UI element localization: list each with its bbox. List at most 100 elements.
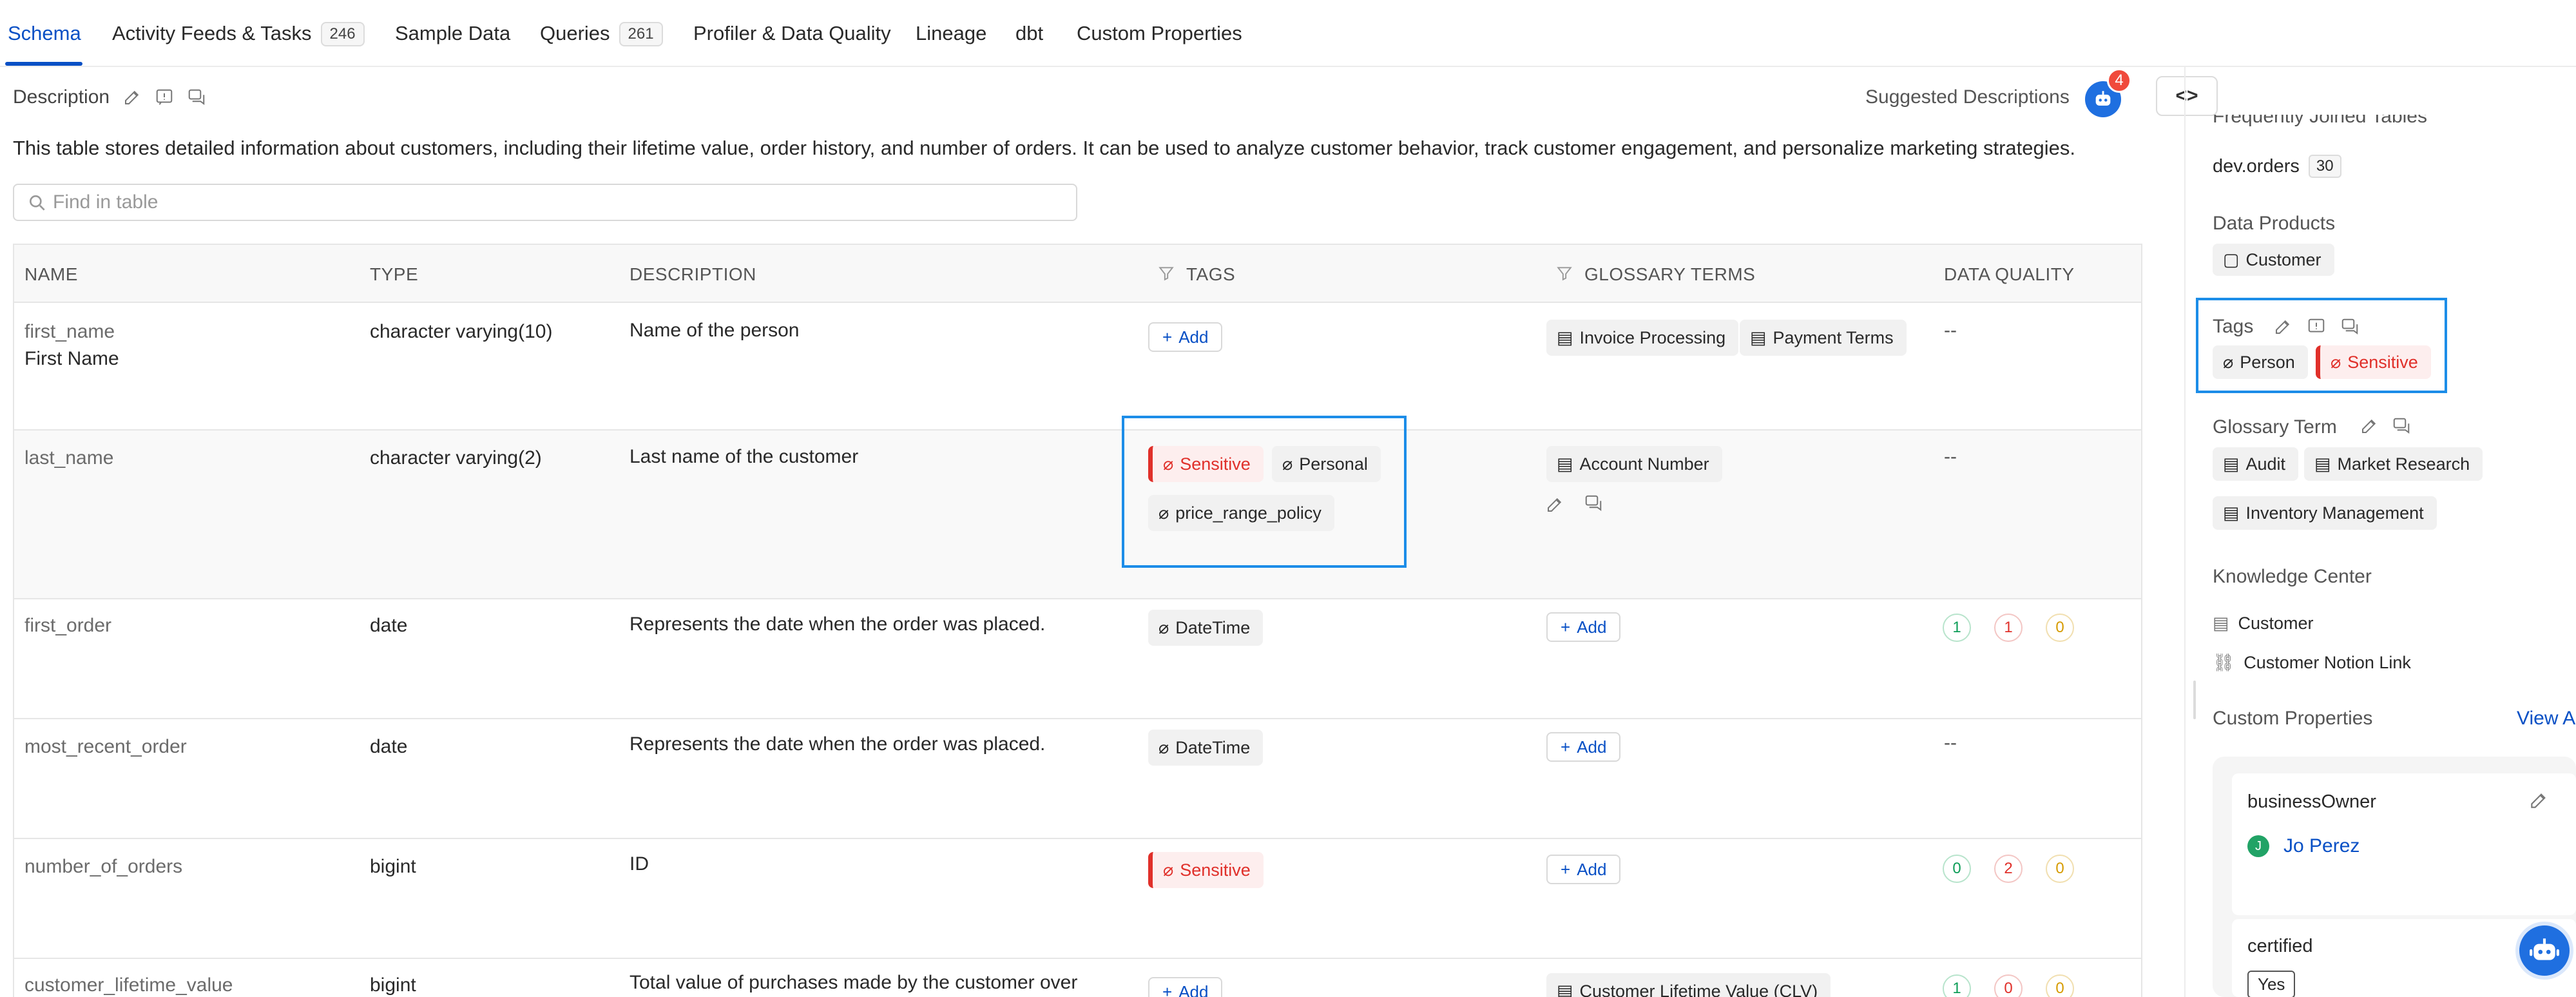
glossary-icon: ▤ <box>2223 503 2240 523</box>
tab-queries[interactable]: Queries 261 <box>540 22 663 46</box>
tab-sample-data[interactable]: Sample Data <box>395 22 510 45</box>
plus-icon: + <box>1561 617 1571 637</box>
column-description: Represents the date when the order was p… <box>630 733 1046 755</box>
table-row[interactable]: number_of_orders bigint ID ⌀ Sensitive + A… <box>14 839 2141 959</box>
glossary-chip[interactable]: ▤ Market Research <box>2304 447 2483 481</box>
data-quality-success[interactable]: 1 <box>1943 614 1971 642</box>
table-row[interactable]: most_recent_order date Represents the da… <box>14 719 2141 839</box>
glossary-chip[interactable]: ▤ Audit <box>2213 447 2299 481</box>
glossary-icon: ▤ <box>2314 454 2331 474</box>
tag-chip[interactable]: ⌀ Person <box>2213 345 2308 379</box>
column-description: Total value of purchases made by the cus… <box>630 972 1078 993</box>
certified-label: certified <box>2247 936 2313 956</box>
tab-lineage[interactable]: Lineage <box>916 22 986 45</box>
custom-properties-label: Custom Properties <box>2213 708 2373 729</box>
data-quality-aborted[interactable]: 0 <box>2046 855 2074 883</box>
glossary-term-label: Glossary Term <box>2213 416 2337 438</box>
column-type: bigint <box>370 856 416 877</box>
data-quality-aborted[interactable]: 0 <box>2046 614 2074 642</box>
header-tags[interactable]: TAGS <box>1158 264 1235 286</box>
tag-icon: ⌀ <box>1163 860 1174 880</box>
request-icon[interactable] <box>2307 317 2326 340</box>
table-row[interactable]: last_name character varying(2) Last name… <box>14 431 2141 599</box>
data-product-chip[interactable]: ▢ Customer <box>2213 244 2334 276</box>
tab-dbt[interactable]: dbt <box>1015 22 1043 45</box>
data-quality-failed[interactable]: 2 <box>1994 855 2023 883</box>
plus-icon: + <box>1162 327 1173 347</box>
glossary-chip[interactable]: ▤ Customer Lifetime Value (CLV) <box>1546 973 1831 997</box>
column-type: date <box>370 736 408 757</box>
table-row[interactable]: first_name First Name character varying(… <box>14 303 2141 431</box>
edit-icon[interactable] <box>2273 317 2292 340</box>
plus-icon: + <box>1561 737 1571 757</box>
table-description: This table stores detailed information a… <box>13 137 2075 159</box>
column-name: customer_lifetime_value <box>24 974 233 996</box>
conversation-icon[interactable] <box>187 88 206 107</box>
glossary-chip[interactable]: ▤ Account Number <box>1546 446 1722 482</box>
table-row[interactable]: first_order date Represents the date whe… <box>14 599 2141 719</box>
tab-schema[interactable]: Schema <box>8 22 81 45</box>
filter-icon[interactable] <box>1556 265 1573 286</box>
edit-icon[interactable] <box>2528 790 2549 814</box>
conversation-icon[interactable] <box>1584 494 1603 516</box>
resize-handle[interactable] <box>2193 681 2196 719</box>
schema-table: NAME TYPE DESCRIPTION TAGS GLOSSARY TERM… <box>13 244 2142 997</box>
column-description: ID <box>630 853 649 875</box>
code-icon[interactable]: <> <box>2156 76 2218 116</box>
business-owner-label: businessOwner <box>2247 791 2376 812</box>
joined-table-link[interactable]: dev.orders 30 <box>2213 155 2341 178</box>
description-label: Description <box>13 86 110 108</box>
column-name: most_recent_order <box>24 736 187 757</box>
chatbot-icon[interactable] <box>2515 922 2573 980</box>
business-owner-link[interactable]: Jo Perez <box>2283 835 2360 857</box>
glossary-chip[interactable]: ▤ Inventory Management <box>2213 496 2437 530</box>
add-glossary-button[interactable]: + Add <box>1546 855 1621 884</box>
glossary-icon: ▤ <box>1557 454 1573 474</box>
article-icon: ▤ <box>2213 614 2229 633</box>
header-glossary[interactable]: GLOSSARY TERMS <box>1556 264 1755 286</box>
knowledge-link[interactable]: ⛓ Customer Notion Link <box>2213 652 2411 673</box>
table-row[interactable]: customer_lifetime_value bigint Total val… <box>14 959 2141 997</box>
edit-icon[interactable] <box>2360 416 2379 439</box>
data-quality-failed[interactable]: 1 <box>1994 614 2023 642</box>
edit-icon[interactable] <box>122 88 142 107</box>
search-icon <box>27 193 48 218</box>
glossary-chip[interactable]: ▤ Payment Terms <box>1740 320 1907 356</box>
add-glossary-button[interactable]: + Add <box>1546 612 1621 642</box>
add-glossary-button[interactable]: + Add <box>1546 732 1621 762</box>
add-tag-button[interactable]: + Add <box>1148 977 1223 997</box>
data-quality-success[interactable]: 1 <box>1943 974 1971 997</box>
tag-chip[interactable]: ⌀ DateTime <box>1148 730 1264 766</box>
suggestion-count-badge: 4 <box>2107 68 2131 93</box>
suggested-descriptions-label[interactable]: Suggested Descriptions <box>1865 86 2070 108</box>
tab-activity-feeds[interactable]: Activity Feeds & Tasks 246 <box>112 22 365 46</box>
knowledge-article-link[interactable]: ▤ Customer <box>2213 614 2314 634</box>
glossary-chip[interactable]: ▤ Invoice Processing <box>1546 320 1739 356</box>
tag-chip-sensitive[interactable]: ⌀ Sensitive <box>2316 345 2431 379</box>
column-name: first_order <box>24 615 112 636</box>
add-tag-button[interactable]: + Add <box>1148 322 1223 352</box>
conversation-icon[interactable] <box>2392 416 2411 439</box>
filter-icon[interactable] <box>1158 265 1175 286</box>
data-product-icon: ▢ <box>2223 249 2240 269</box>
data-quality-aborted[interactable]: 0 <box>2046 974 2074 997</box>
active-tab-indicator <box>5 62 82 66</box>
frequently-joined-header: Frequently Joined Tables <box>2213 115 2535 134</box>
conversation-icon[interactable] <box>2340 317 2360 340</box>
view-all-link[interactable]: View A <box>2517 708 2575 730</box>
description-header: Description <box>13 86 206 108</box>
tag-chip[interactable]: ⌀ DateTime <box>1148 610 1264 646</box>
tab-bar: Schema Activity Feeds & Tasks 246 Sample … <box>0 0 2576 67</box>
data-quality-failed[interactable]: 0 <box>1994 974 2023 997</box>
column-name: number_of_orders <box>24 856 183 877</box>
tag-chip-sensitive[interactable]: ⌀ Sensitive <box>1148 852 1264 888</box>
knowledge-center-label: Knowledge Center <box>2213 566 2372 587</box>
tab-custom-properties[interactable]: Custom Properties <box>1077 22 1242 45</box>
search-input[interactable]: Find in table <box>13 184 1077 221</box>
request-icon[interactable] <box>155 88 174 107</box>
glossary-icon: ▤ <box>2223 454 2240 474</box>
data-quality-success[interactable]: 0 <box>1943 855 1971 883</box>
tab-profiler[interactable]: Profiler & Data Quality <box>693 22 891 45</box>
column-display-name: First Name <box>24 348 119 369</box>
edit-icon[interactable] <box>1545 495 1564 518</box>
